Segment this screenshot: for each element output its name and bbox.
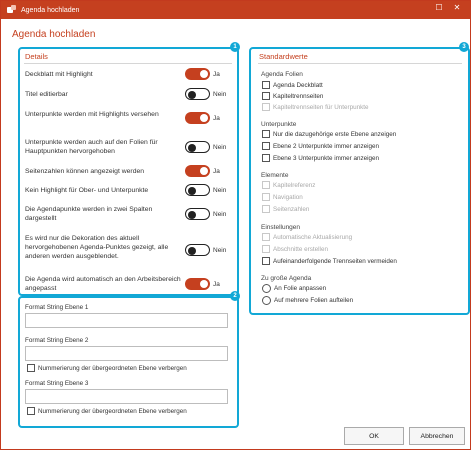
navigation-checkbox[interactable] — [262, 193, 270, 201]
toggle-nur-dekoration[interactable] — [185, 244, 210, 256]
toggle-titel-editierbar[interactable] — [185, 88, 210, 100]
format-ebene3-label: Format String Ebene 3 — [25, 380, 89, 387]
option-label: Es wird nur die Dekoration des aktuell h… — [25, 235, 169, 261]
ebene2-checkbox[interactable] — [262, 142, 270, 150]
ebene2-label: Ebene 2 Unterpunkte immer anzeigen — [273, 143, 380, 150]
auto-aktualisierung-checkbox[interactable] — [262, 233, 270, 241]
format-ebene1-label: Format String Ebene 1 — [25, 304, 89, 311]
badge-3: 3 — [459, 42, 469, 52]
seitenzahlen-label: Seitenzahlen — [273, 206, 310, 213]
cancel-button[interactable]: Abbrechen — [409, 427, 465, 445]
mehrere-folien-label: Auf mehrere Folien aufteilen — [274, 297, 354, 304]
format-ebene3-input[interactable] — [25, 389, 228, 404]
option-label: Unterpunkte werden auch auf den Folien f… — [25, 139, 158, 156]
toggle-state: Ja — [213, 281, 220, 288]
kapitelreferenz-checkbox[interactable] — [262, 181, 270, 189]
toggle-state: Ja — [213, 71, 220, 78]
option-label: Die Agendapunkte werden in zwei Spalten … — [25, 206, 153, 223]
toggle-seitenzahlen[interactable] — [185, 165, 210, 177]
maximize-icon[interactable]: ☐ — [432, 3, 446, 12]
toggle-zwei-spalten[interactable] — [185, 208, 210, 220]
toggle-unterpunkte-hauptpunkte[interactable] — [185, 141, 210, 153]
dialog-heading: Agenda hochladen — [12, 29, 96, 40]
title-bar: Agenda hochladen ☐ ✕ — [1, 1, 470, 19]
unterpunkte-group-label: Unterpunkte — [261, 121, 297, 128]
navigation-label: Navigation — [273, 194, 303, 201]
toggle-state: Nein — [213, 211, 227, 218]
abschnitte-checkbox[interactable] — [262, 245, 270, 253]
option-label: Kein Highlight für Ober- und Unterpunkte — [25, 187, 149, 194]
kapitelreferenz-label: Kapitelreferenz — [273, 182, 316, 189]
kapiteltrennseiten-checkbox[interactable] — [262, 92, 270, 100]
option-label: Seitenzahlen können angezeigt werden — [25, 168, 145, 175]
window-title: Agenda hochladen — [21, 6, 80, 14]
toggle-state: Ja — [213, 115, 220, 122]
details-divider — [24, 63, 232, 64]
hide-parent-numbering-3-checkbox[interactable] — [27, 407, 35, 415]
erste-ebene-label: Nur die dazugehörige erste Ebene anzeige… — [273, 131, 397, 138]
toggle-state: Nein — [213, 144, 227, 151]
hide-parent-numbering-3-label: Nummerierung der übergeordneten Ebene ve… — [38, 408, 187, 415]
badge-1: 1 — [230, 42, 240, 52]
standard-divider — [258, 63, 462, 64]
option-label: Titel editierbar — [25, 91, 68, 98]
toggle-state: Nein — [213, 91, 227, 98]
abschnitte-label: Abschnitte erstellen — [273, 246, 328, 253]
toggle-state: Nein — [213, 187, 227, 194]
toggle-kein-highlight[interactable] — [185, 184, 210, 196]
kapiteltrennseiten-unterpunkte-label: Kapiteltrennseiten für Unterpunkte — [273, 104, 369, 111]
badge-2: 2 — [230, 291, 240, 301]
hide-parent-numbering-2-checkbox[interactable] — [27, 364, 35, 372]
close-icon[interactable]: ✕ — [450, 3, 464, 12]
agenda-deckblatt-checkbox[interactable] — [262, 81, 270, 89]
kapiteltrennseiten-unterpunkte-checkbox[interactable] — [262, 103, 270, 111]
standard-title: Standardwerte — [259, 52, 308, 61]
agenda-deckblatt-label: Agenda Deckblatt — [273, 82, 323, 89]
format-ebene1-input[interactable] — [25, 313, 228, 328]
an-folie-anpassen-radio[interactable] — [262, 284, 271, 293]
elemente-group-label: Elemente — [261, 172, 289, 179]
an-folie-anpassen-label: An Folie anpassen — [274, 285, 327, 292]
einstellungen-group-label: Einstellungen — [261, 224, 301, 231]
ebene3-label: Ebene 3 Unterpunkte immer anzeigen — [273, 155, 380, 162]
ok-button[interactable]: OK — [344, 427, 404, 445]
mehrere-folien-radio[interactable] — [262, 296, 271, 305]
option-label: Deckblatt mit Highlight — [25, 71, 93, 78]
zu-grosse-agenda-group-label: Zu große Agenda — [261, 275, 312, 282]
toggle-state: Ja — [213, 168, 220, 175]
kapiteltrennseiten-label: Kapiteltrennseiten — [273, 93, 324, 100]
ebene3-checkbox[interactable] — [262, 154, 270, 162]
agenda-folien-group-label: Agenda Folien — [261, 71, 303, 78]
app-icon — [7, 5, 17, 15]
toggle-state: Nein — [213, 247, 227, 254]
trennseiten-vermeiden-checkbox[interactable] — [262, 257, 270, 265]
erste-ebene-checkbox[interactable] — [262, 130, 270, 138]
hide-parent-numbering-2-label: Nummerierung der übergeordneten Ebene ve… — [38, 365, 187, 372]
option-label: Unterpunkte werden mit Highlights verseh… — [25, 111, 159, 118]
format-ebene2-input[interactable] — [25, 346, 228, 361]
trennseiten-vermeiden-label: Aufeinanderfolgende Trennseiten vermeide… — [273, 258, 397, 265]
seitenzahlen-checkbox[interactable] — [262, 205, 270, 213]
option-label: Die Agenda wird automatisch an den Arbei… — [25, 276, 181, 293]
toggle-deckblatt-highlight[interactable] — [185, 68, 210, 80]
auto-aktualisierung-label: Automatische Aktualisierung — [273, 234, 353, 241]
details-title: Details — [25, 52, 48, 61]
toggle-unterpunkte-highlights[interactable] — [185, 112, 210, 124]
toggle-automatisch-angepasst[interactable] — [185, 278, 210, 290]
format-ebene2-label: Format String Ebene 2 — [25, 337, 89, 344]
